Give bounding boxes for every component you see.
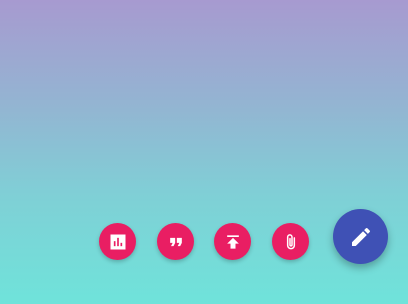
quote-action-button[interactable] <box>157 223 194 260</box>
upload-icon <box>226 234 239 249</box>
compose-fab-button[interactable] <box>333 209 388 264</box>
chart-action-button[interactable] <box>99 223 136 260</box>
paperclip-icon <box>286 233 295 249</box>
bar-chart-icon <box>110 234 125 249</box>
attach-action-button[interactable] <box>272 223 309 260</box>
app-background <box>0 0 408 304</box>
upload-action-button[interactable] <box>214 223 251 260</box>
quote-icon <box>169 237 182 246</box>
pencil-icon <box>351 227 370 246</box>
